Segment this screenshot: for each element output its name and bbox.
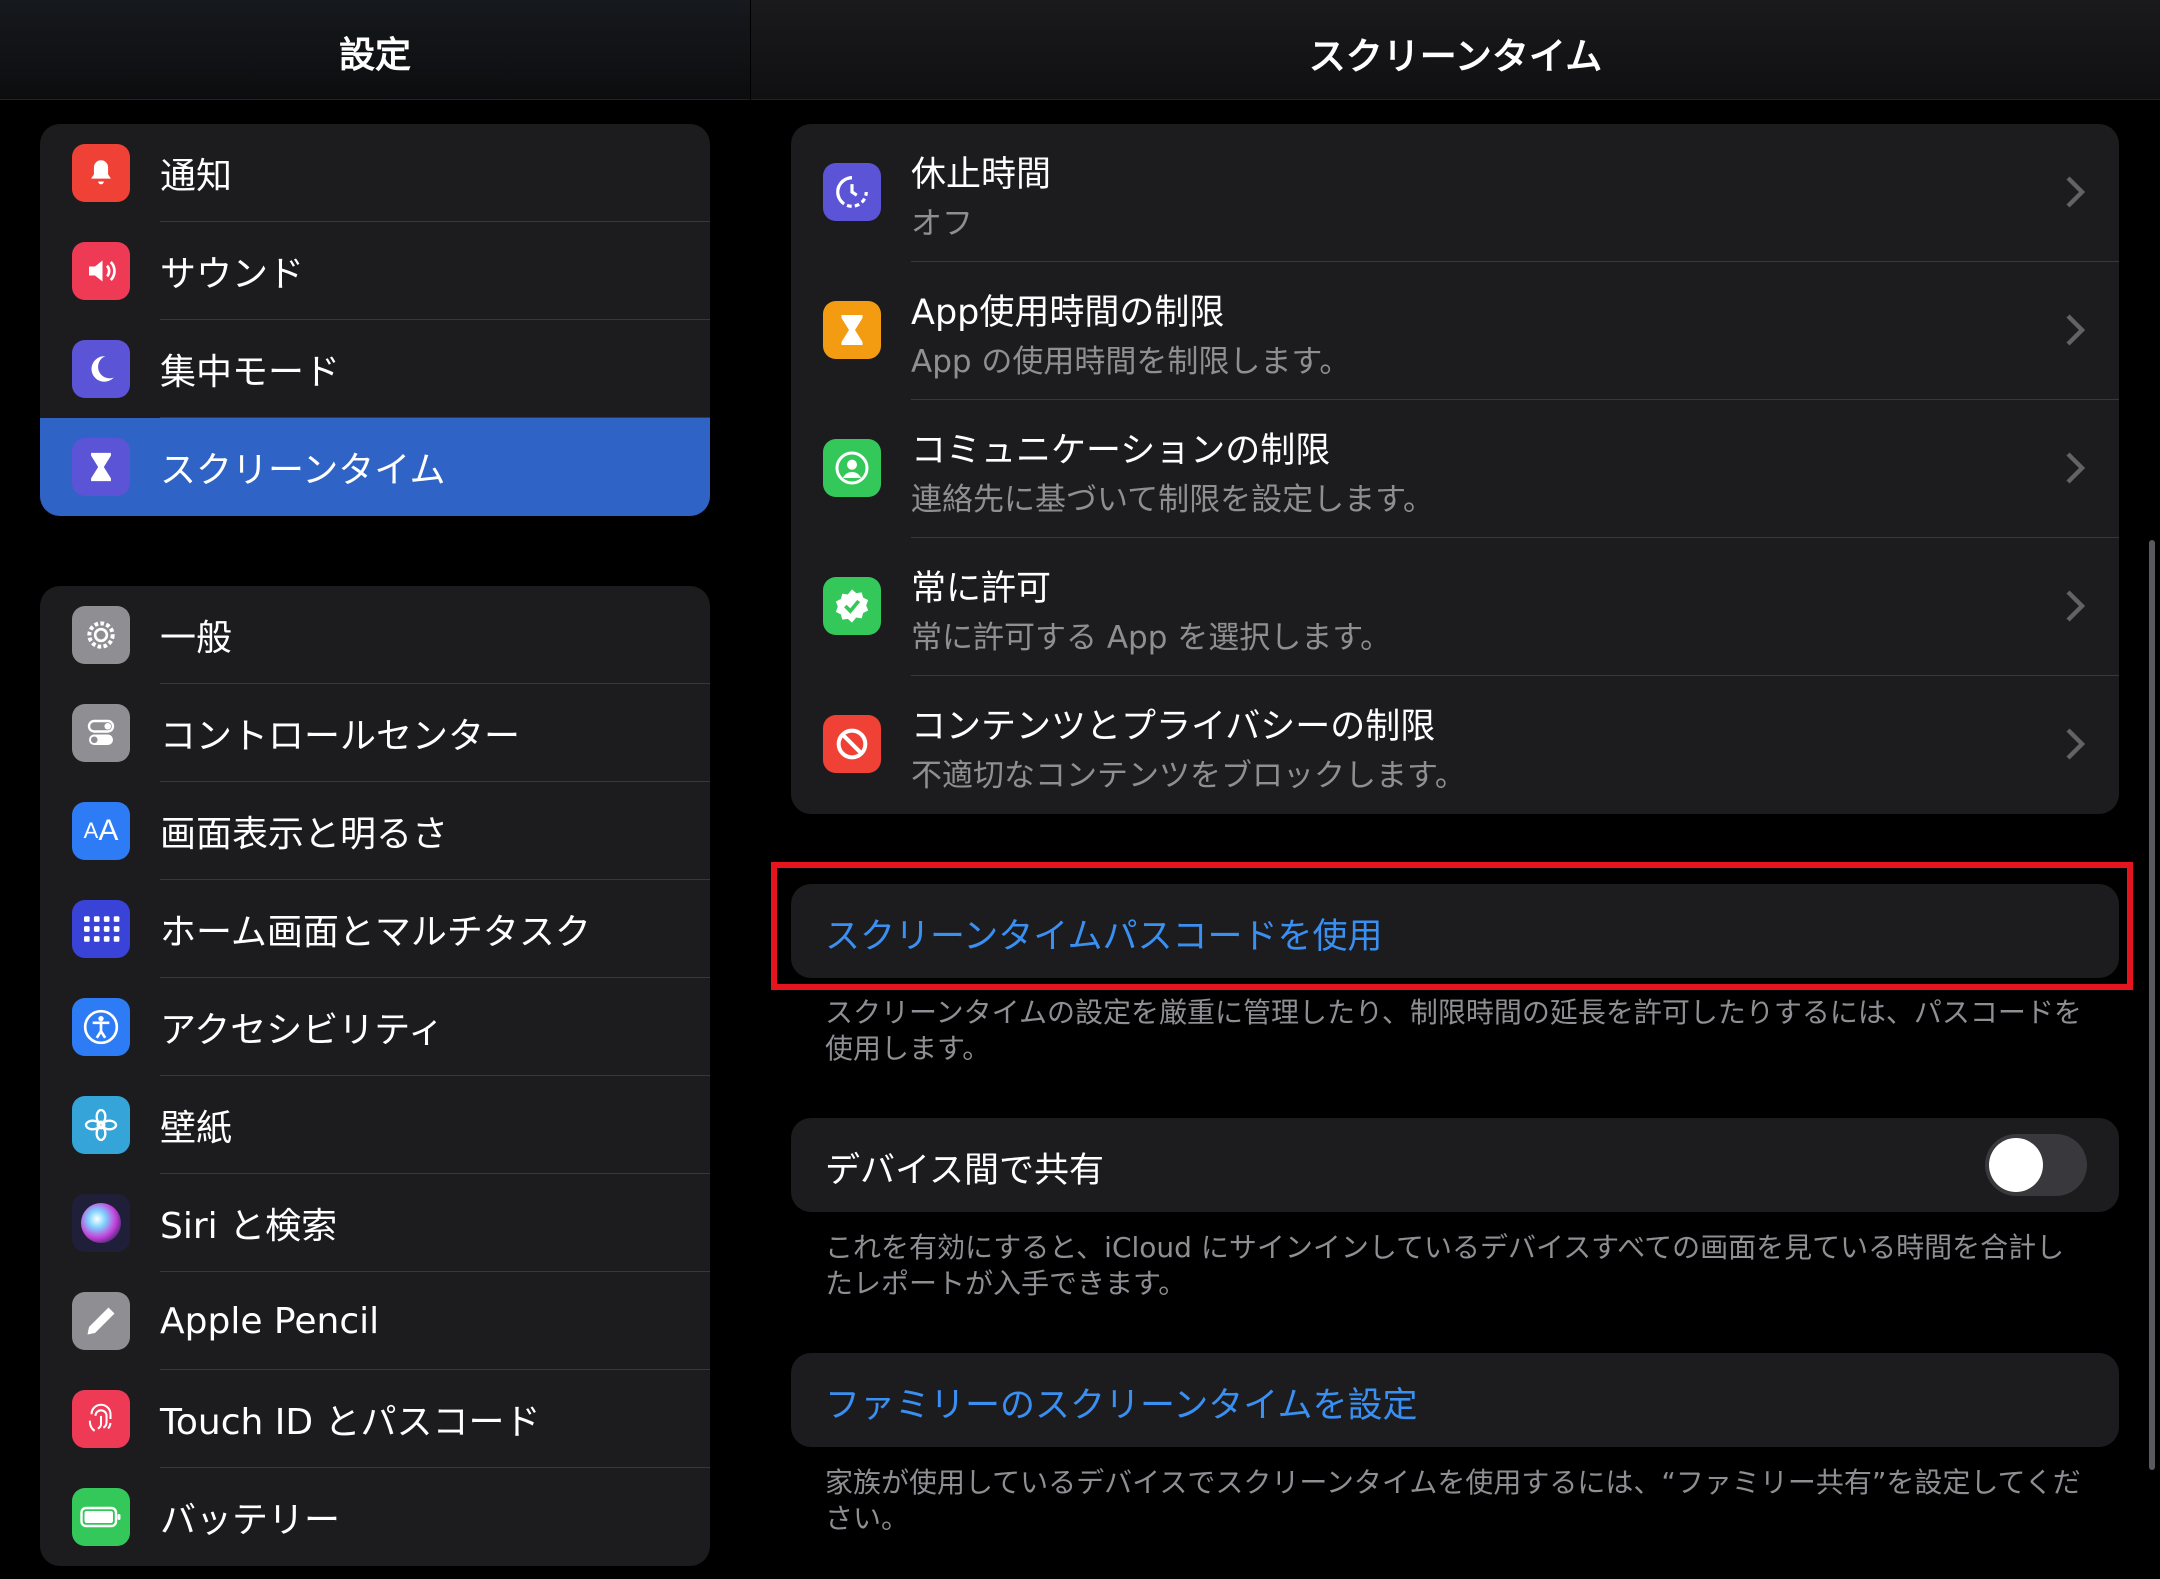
pencil-icon [72, 1292, 130, 1350]
siri-icon [72, 1194, 130, 1252]
sidebar-item-label: 一般 [160, 618, 233, 659]
screen-time-detail: スクリーンタイム 休止時間 オフ App使用時間の制限 App の使用時間を制限… [751, 0, 2160, 1579]
sidebar-item-label: Apple Pencil [160, 1300, 380, 1342]
sidebar-item-label: Siri と検索 [160, 1206, 338, 1247]
sidebar-item-control-center[interactable]: コントロールセンター [40, 684, 710, 782]
sidebar-item-label: アクセシビリティ [160, 1010, 445, 1051]
sidebar-item-label: ホーム画面とマルチタスク [160, 912, 591, 953]
detail-header: スクリーンタイム [751, 0, 2160, 100]
flower-icon [72, 1096, 130, 1154]
sidebar-item-wallpaper[interactable]: 壁紙 [40, 1076, 710, 1174]
page-title: スクリーンタイム [1308, 35, 1603, 78]
sidebar-header: 設定 [0, 0, 750, 100]
sidebar-item-notifications[interactable]: 通知 [40, 124, 710, 222]
scrollbar[interactable] [2149, 540, 2155, 1470]
highlight-box [771, 862, 2133, 990]
fingerprint-icon [72, 1390, 130, 1448]
sidebar-item-touch-id[interactable]: Touch ID とパスコード [40, 1370, 710, 1468]
sidebar-item-label: Touch ID とパスコード [160, 1402, 541, 1443]
text-size-icon: AA [72, 802, 130, 860]
sidebar-item-general[interactable]: 一般 [40, 586, 710, 684]
sidebar-item-siri[interactable]: Siri と検索 [40, 1174, 710, 1272]
moon-icon [72, 340, 130, 398]
downtime-icon [823, 163, 881, 221]
sidebar-item-label: 壁紙 [160, 1108, 233, 1149]
checkmark-badge-icon [823, 577, 881, 635]
gear-icon [72, 606, 130, 664]
row-title: コンテンツとプライバシーの制限 [911, 707, 1436, 747]
share-across-devices-row: デバイス間で共有 [791, 1118, 2119, 1212]
row-subtitle: 常に許可する App を選択します。 [911, 620, 1392, 656]
hourglass-icon [72, 438, 130, 496]
sidebar-item-label: 集中モード [160, 352, 341, 393]
chevron-right-icon [2066, 176, 2086, 208]
settings-sidebar: 設定 通知 サウンド 集中モード スクリーンタイム 一般 コントロールセンター … [0, 0, 750, 1579]
row-downtime[interactable]: 休止時間 オフ [791, 124, 2119, 262]
sidebar-item-label: コントロールセンター [160, 716, 521, 757]
sidebar-item-label: バッテリー [160, 1500, 341, 1541]
family-screen-time-button[interactable]: ファミリーのスクリーンタイムを設定 [791, 1353, 2119, 1447]
hourglass-icon [823, 301, 881, 359]
sidebar-group-2: 一般 コントロールセンター AA 画面表示と明るさ ホーム画面とマルチタスク ア… [40, 586, 710, 1566]
sidebar-item-focus[interactable]: 集中モード [40, 320, 710, 418]
app-grid-icon [72, 900, 130, 958]
share-note: これを有効にすると、iCloud にサインインしているデバイスすべての画面を見て… [825, 1231, 2065, 1300]
accessibility-icon [72, 998, 130, 1056]
row-title: App使用時間の制限 [911, 293, 1225, 333]
sidebar-item-battery[interactable]: バッテリー [40, 1468, 710, 1566]
sidebar-item-display[interactable]: AA 画面表示と明るさ [40, 782, 710, 880]
row-title: 常に許可 [911, 569, 1052, 609]
passcode-note: スクリーンタイムの設定を厳重に管理したり、制限時間の延長を許可したりするには、パ… [825, 996, 2082, 1065]
share-toggle[interactable] [1985, 1134, 2087, 1196]
row-title: 休止時間 [911, 155, 1052, 195]
row-communication-limits[interactable]: コミュニケーションの制限 連絡先に基づいて制限を設定します。 [791, 400, 2119, 538]
screen-time-options: 休止時間 オフ App使用時間の制限 App の使用時間を制限します。 コミュニ… [791, 124, 2119, 814]
family-note: 家族が使用しているデバイスでスクリーンタイムを使用するには、“ファミリー共有”を… [825, 1466, 2081, 1535]
toggle-knob [1989, 1138, 2043, 1192]
row-subtitle: 連絡先に基づいて制限を設定します。 [911, 482, 1434, 518]
chevron-right-icon [2066, 452, 2086, 484]
sidebar-item-home-screen[interactable]: ホーム画面とマルチタスク [40, 880, 710, 978]
sidebar-item-apple-pencil[interactable]: Apple Pencil [40, 1272, 710, 1370]
row-subtitle: オフ [911, 206, 973, 242]
sidebar-item-sounds[interactable]: サウンド [40, 222, 710, 320]
sidebar-item-screen-time[interactable]: スクリーンタイム [40, 418, 710, 516]
share-label: デバイス間で共有 [825, 1151, 1104, 1191]
bell-icon [72, 144, 130, 202]
sidebar-item-label: サウンド [160, 254, 305, 295]
sidebar-item-label: 通知 [160, 156, 233, 197]
no-entry-icon [823, 715, 881, 773]
row-subtitle: 不適切なコンテンツをブロックします。 [911, 758, 1466, 794]
row-app-limits[interactable]: App使用時間の制限 App の使用時間を制限します。 [791, 262, 2119, 400]
row-subtitle: App の使用時間を制限します。 [911, 344, 1351, 380]
sidebar-item-accessibility[interactable]: アクセシビリティ [40, 978, 710, 1076]
toggle-switches-icon [72, 704, 130, 762]
sidebar-title: 設定 [338, 35, 411, 76]
sidebar-item-label: スクリーンタイム [160, 450, 446, 491]
sidebar-item-label: 画面表示と明るさ [160, 814, 449, 855]
contact-icon [823, 439, 881, 497]
family-label: ファミリーのスクリーンタイムを設定 [825, 1386, 1418, 1426]
row-content-privacy[interactable]: コンテンツとプライバシーの制限 不適切なコンテンツをブロックします。 [791, 676, 2119, 814]
battery-icon [72, 1488, 130, 1546]
chevron-right-icon [2066, 590, 2086, 622]
chevron-right-icon [2066, 728, 2086, 760]
row-title: コミュニケーションの制限 [911, 431, 1331, 471]
chevron-right-icon [2066, 314, 2086, 346]
sidebar-group-1: 通知 サウンド 集中モード スクリーンタイム [40, 124, 710, 516]
row-always-allowed[interactable]: 常に許可 常に許可する App を選択します。 [791, 538, 2119, 676]
speaker-icon [72, 242, 130, 300]
